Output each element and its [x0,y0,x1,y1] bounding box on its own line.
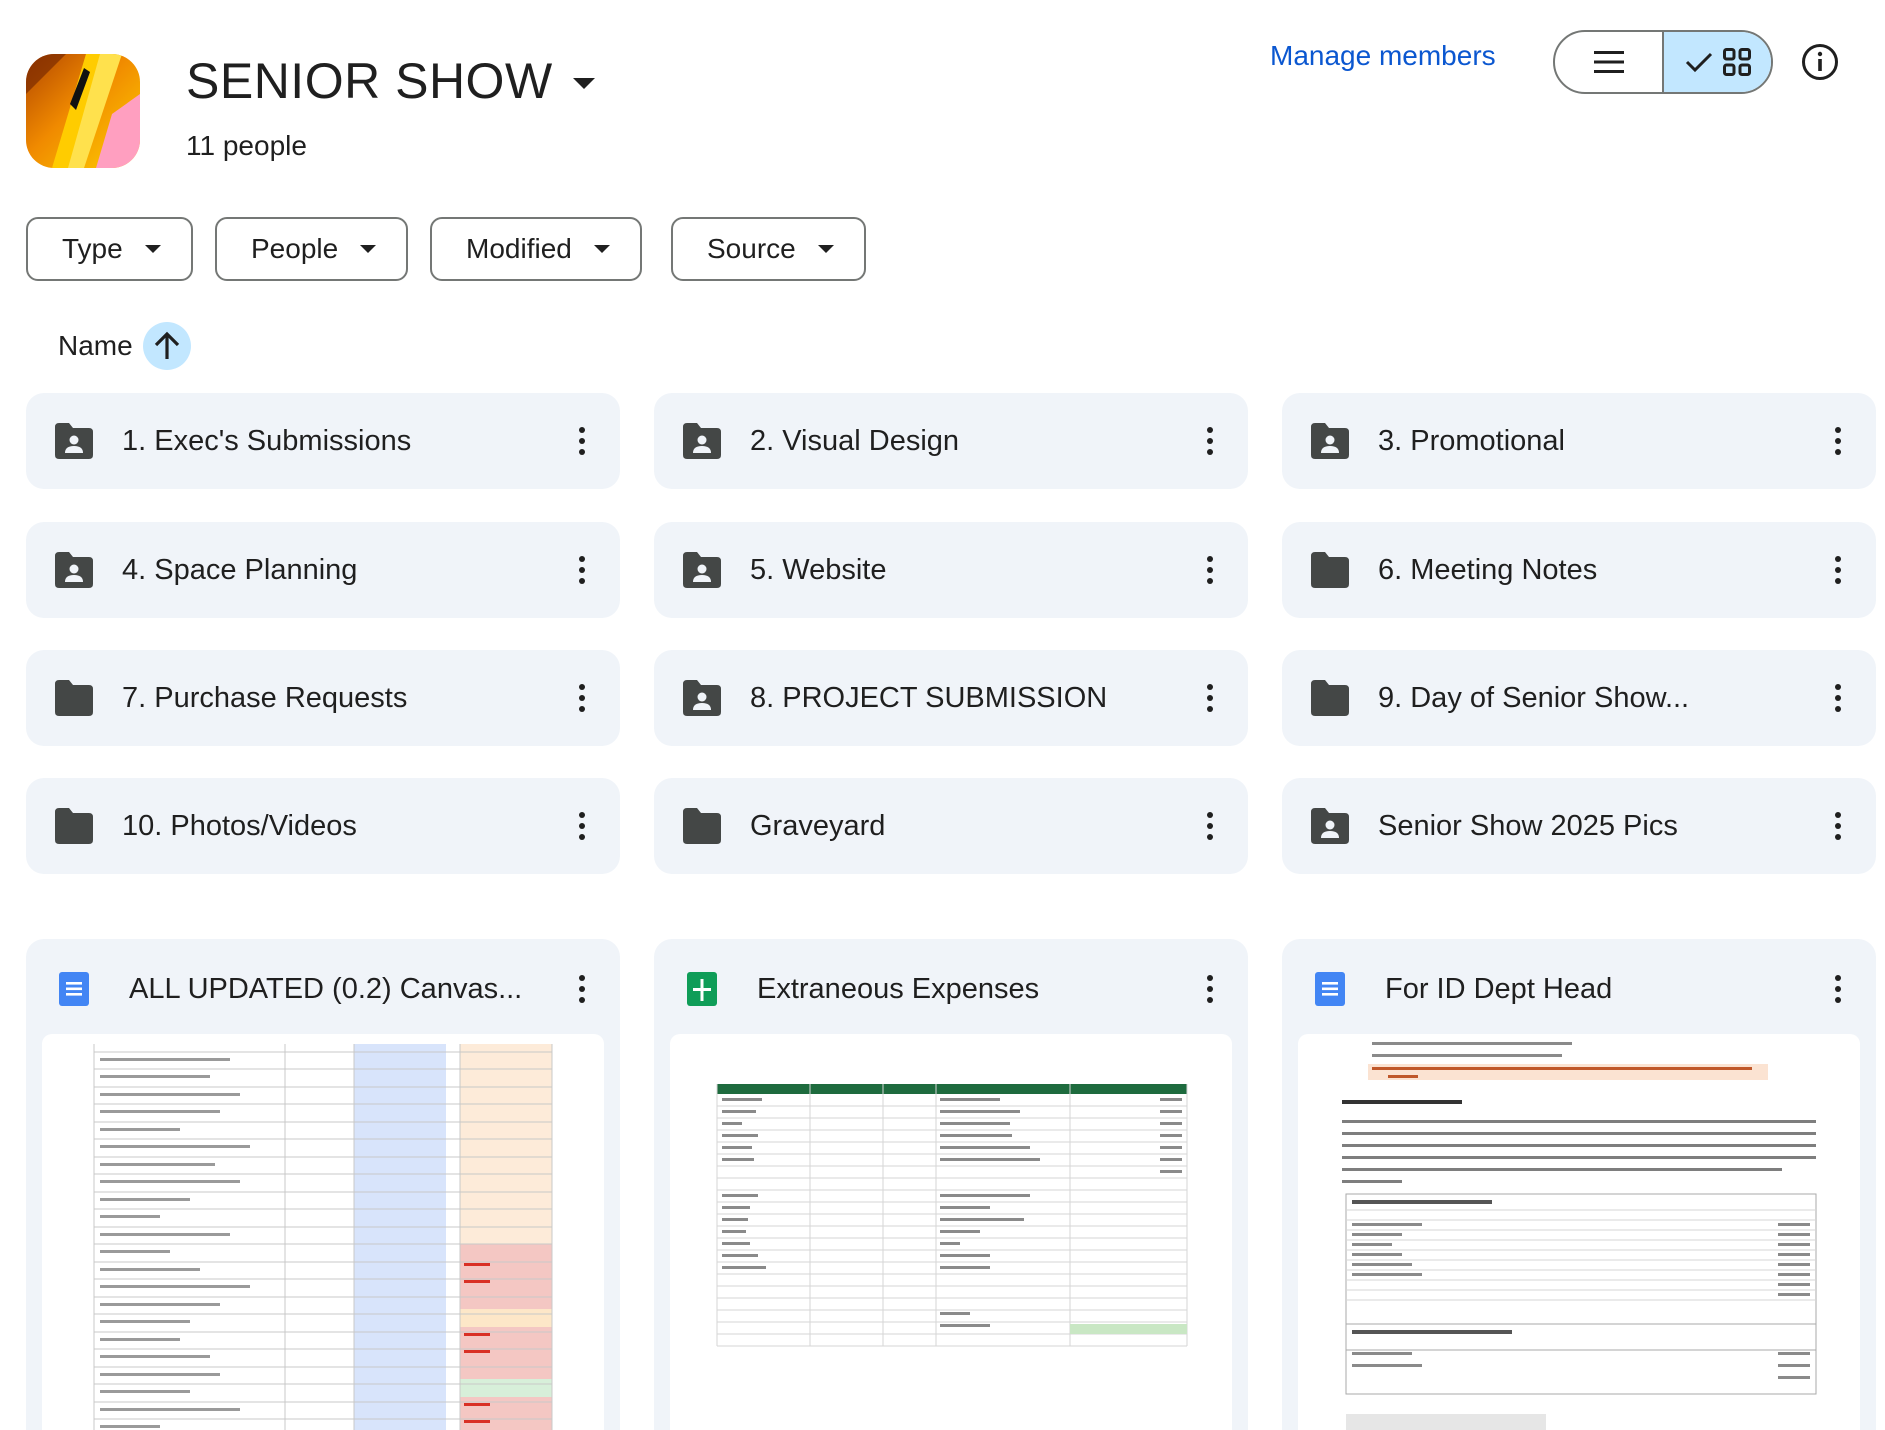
drive-name: SENIOR SHOW [186,53,553,109]
more-actions-button[interactable] [562,806,602,846]
file-name: ALL UPDATED (0.2) Canvas... [129,972,523,1005]
more-actions-button[interactable] [1818,550,1858,590]
folder-name: 1. Exec's Submissions [122,424,412,457]
google-docs-icon [1315,972,1345,1006]
folder-card[interactable]: 3. Promotional [1282,393,1876,489]
sort-by-name[interactable]: Name [58,322,191,370]
more-actions-button[interactable] [1190,550,1230,590]
file-card-header: For ID Dept Head [1282,939,1876,1039]
shared-drive-header: SENIOR SHOW 11 people Manage members [0,0,1885,200]
filter-modified-chip[interactable]: Modified [430,217,642,281]
folder-name: 7. Purchase Requests [122,681,408,714]
more-actions-button[interactable] [562,678,602,718]
google-sheets-icon [687,972,717,1006]
folder-icon [1309,552,1351,588]
more-actions-button[interactable] [1190,421,1230,461]
shared-drive-title[interactable]: SENIOR SHOW [186,52,595,110]
folder-name: 9. Day of Senior Show... [1378,681,1690,714]
caret-down-icon [360,245,377,253]
shared-folder-icon [53,423,95,459]
list-view-button[interactable] [1555,32,1664,92]
folder-card[interactable]: 8. PROJECT SUBMISSION [654,650,1248,746]
filter-type-chip[interactable]: Type [26,217,193,281]
shared-folder-icon [681,552,723,588]
folder-card[interactable]: 2. Visual Design [654,393,1248,489]
caret-down-icon [144,245,161,253]
folder-name: 5. Website [750,553,887,586]
more-actions-button[interactable] [1818,421,1858,461]
file-name: Extraneous Expenses [757,972,1040,1005]
filter-label: Modified [466,233,572,264]
info-icon[interactable] [1801,43,1839,81]
folder-card[interactable]: Graveyard [654,778,1248,874]
file-thumbnail [42,1034,604,1430]
folder-card[interactable]: 4. Space Planning [26,522,620,618]
folder-icon [53,808,95,844]
folder-card[interactable]: 10. Photos/Videos [26,778,620,874]
file-card[interactable]: For ID Dept Head [1282,939,1876,1430]
filter-label: People [251,233,339,264]
sort-label: Name [58,330,133,361]
checkmark-icon [1685,52,1712,73]
more-actions-button[interactable] [562,550,602,590]
file-card-header: Extraneous Expenses [654,939,1248,1039]
more-actions-button[interactable] [1190,678,1230,718]
folder-card[interactable]: Senior Show 2025 Pics [1282,778,1876,874]
filter-source-chip[interactable]: Source [671,217,866,281]
folder-name: Graveyard [750,809,886,842]
more-actions-button[interactable] [562,421,602,461]
filter-label: Source [707,233,796,264]
more-actions-button[interactable] [1190,969,1230,1009]
filter-label: Type [62,233,123,264]
grid-view-button[interactable] [1664,32,1771,92]
caret-down-icon [572,77,595,89]
file-card[interactable]: ALL UPDATED (0.2) Canvas... [26,939,620,1430]
caret-down-icon [593,245,610,253]
list-icon [1593,51,1624,73]
shared-folder-icon [1309,808,1351,844]
view-toggle [1553,30,1773,94]
folder-name: 6. Meeting Notes [1378,553,1598,586]
more-actions-button[interactable] [562,969,602,1009]
shared-folder-icon [681,423,723,459]
folder-name: 2. Visual Design [750,424,960,457]
folder-name: 8. PROJECT SUBMISSION [750,681,1108,714]
folder-card[interactable]: 7. Purchase Requests [26,650,620,746]
folder-card[interactable]: 1. Exec's Submissions [26,393,620,489]
shared-folder-icon [53,552,95,588]
file-card[interactable]: Extraneous Expenses [654,939,1248,1430]
folder-card[interactable]: 5. Website [654,522,1248,618]
caret-down-icon [817,245,834,253]
folder-name: Senior Show 2025 Pics [1378,809,1678,842]
more-actions-button[interactable] [1818,678,1858,718]
member-count: 11 people [186,130,307,161]
file-card-header: ALL UPDATED (0.2) Canvas... [26,939,620,1039]
more-actions-button[interactable] [1818,969,1858,1009]
file-thumbnail [670,1034,1232,1430]
shared-folder-icon [1309,423,1351,459]
more-actions-button[interactable] [1190,806,1230,846]
sort-direction-button[interactable] [142,322,191,370]
file-thumbnail [1298,1034,1860,1430]
arrow-up-icon [154,331,179,359]
manage-members-link[interactable]: Manage members [1270,40,1496,72]
folder-name: 10. Photos/Videos [122,809,357,842]
filter-people-chip[interactable]: People [215,217,409,281]
folder-card[interactable]: 9. Day of Senior Show... [1282,650,1876,746]
folder-name: 3. Promotional [1378,424,1565,457]
more-actions-button[interactable] [1818,806,1858,846]
shared-folder-icon [681,680,723,716]
google-docs-icon [59,972,89,1006]
grid-icon [1722,48,1751,76]
folder-icon [53,680,95,716]
folder-card[interactable]: 6. Meeting Notes [1282,522,1876,618]
folder-icon [681,808,723,844]
folder-icon [1309,680,1351,716]
folder-name: 4. Space Planning [122,553,358,586]
file-name: For ID Dept Head [1385,972,1613,1005]
shared-drive-logo [26,54,140,168]
